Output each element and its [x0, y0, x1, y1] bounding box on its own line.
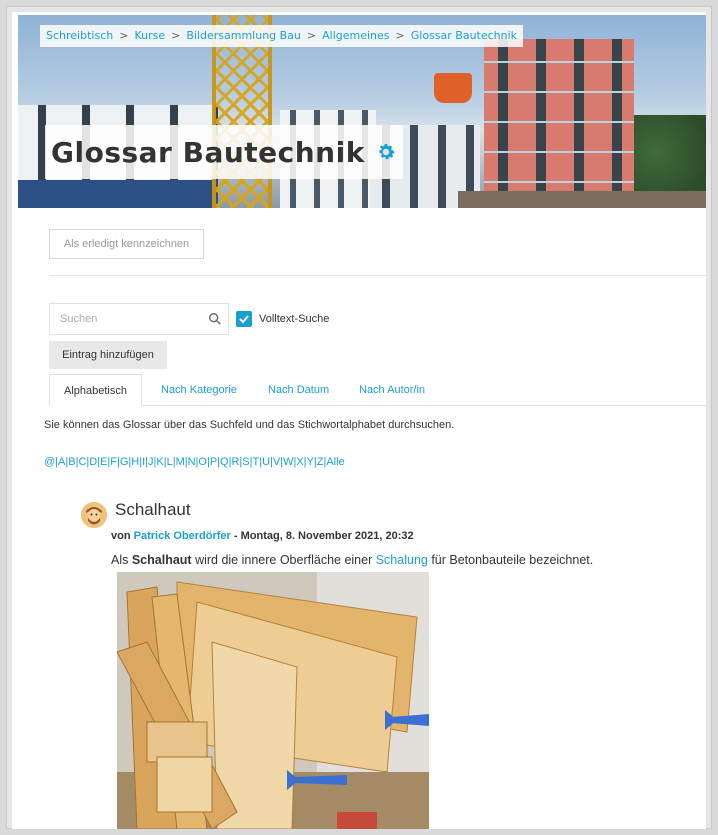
- avatar: [81, 502, 107, 528]
- mark-complete-button[interactable]: Als erledigt kennzeichnen: [49, 229, 204, 259]
- entry-text-middle: wird die innere Oberfläche einer: [191, 553, 376, 567]
- alphabet-letter-alle[interactable]: Alle: [326, 456, 344, 468]
- check-icon: [239, 315, 249, 324]
- entry-date: - Montag, 8. November 2021, 20:32: [233, 530, 414, 542]
- breadcrumb-separator: >: [171, 29, 181, 42]
- alphabet-letter-n[interactable]: N: [188, 456, 196, 468]
- breadcrumb-item-schreibtisch[interactable]: Schreibtisch: [46, 29, 113, 42]
- alphabet-letter-s[interactable]: S: [242, 456, 249, 468]
- alphabet-letter-d[interactable]: D: [89, 456, 97, 468]
- tab-nach-kategorie[interactable]: Nach Kategorie: [147, 374, 251, 406]
- banner-container: [18, 180, 218, 208]
- search-input[interactable]: [50, 304, 200, 334]
- alphabet-letter-k[interactable]: K: [156, 456, 163, 468]
- tab-bar: Alphabetisch Nach Kategorie Nach Datum N…: [49, 374, 706, 406]
- add-entry-button[interactable]: Eintrag hinzufügen: [49, 341, 167, 369]
- breadcrumb-item-bildersammlung[interactable]: Bildersammlung Bau: [186, 29, 301, 42]
- alphabet-letter-m[interactable]: M: [176, 456, 185, 468]
- divider: [49, 275, 706, 276]
- entry-title: Schalhaut: [115, 500, 191, 519]
- alphabet-letter-b[interactable]: B: [68, 456, 75, 468]
- breadcrumb-separator: >: [395, 29, 405, 42]
- alphabet-letter-o[interactable]: O: [198, 456, 207, 468]
- entry-author-link[interactable]: Patrick Oberdörfer: [134, 530, 231, 542]
- entry-meta: von Patrick Oberdörfer - Montag, 8. Nove…: [111, 530, 414, 542]
- glossary-description: Sie können das Glossar über das Suchfeld…: [44, 419, 455, 431]
- tab-alphabetisch[interactable]: Alphabetisch: [49, 374, 142, 406]
- alphabet-index: @|A|B|C|D|E|F|G|H|I|J|K|L|M|N|O|P|Q|R|S|…: [44, 456, 345, 468]
- entry-text-before: Als: [111, 553, 132, 567]
- banner-ground: [458, 191, 706, 208]
- alphabet-letter-f[interactable]: F: [110, 456, 117, 468]
- breadcrumb-item-allgemeines[interactable]: Allgemeines: [322, 29, 389, 42]
- banner-concrete-bucket: [434, 73, 472, 103]
- alphabet-letter-u[interactable]: U: [262, 456, 270, 468]
- entry-term: Schalhaut: [131, 553, 192, 567]
- gear-icon[interactable]: [375, 141, 397, 163]
- page-title-box: Glossar Bautechnik: [45, 125, 403, 179]
- fulltext-label: Volltext-Suche: [259, 313, 330, 325]
- entry-by: von: [111, 530, 131, 542]
- page-title: Glossar Bautechnik: [51, 135, 365, 169]
- header-banner: Schreibtisch > Kurse > Bildersammlung Bau > Al…: [18, 15, 706, 208]
- search-box: [49, 303, 229, 335]
- breadcrumb: Schreibtisch > Kurse > Bildersammlung Bau > Al…: [40, 25, 524, 47]
- alphabet-letter-at[interactable]: @: [44, 456, 55, 468]
- page: Schreibtisch > Kurse > Bildersammlung Bau > Al…: [12, 12, 706, 829]
- entry-schalung-link[interactable]: Schalung: [376, 553, 428, 567]
- banner-red-building: [484, 39, 634, 208]
- breadcrumb-separator: >: [306, 29, 317, 42]
- alphabet-letter-x[interactable]: X: [296, 456, 303, 468]
- breadcrumb-item-glossar[interactable]: Glossar Bautechnik: [411, 29, 517, 42]
- entry-photo: [117, 572, 429, 829]
- breadcrumb-item-kurse[interactable]: Kurse: [134, 29, 165, 42]
- alphabet-letter-y[interactable]: Y: [307, 456, 314, 468]
- entry-text: Als Schalhaut wird die innere Oberfläche…: [111, 553, 593, 567]
- entry-text-after: für Betonbauteile bezeichnet.: [427, 553, 594, 567]
- alphabet-letter-q[interactable]: Q: [220, 456, 229, 468]
- tab-nach-autor[interactable]: Nach Autor/in: [345, 374, 439, 406]
- search-icon[interactable]: [208, 312, 222, 326]
- alphabet-letter-w[interactable]: W: [283, 456, 293, 468]
- fulltext-checkbox[interactable]: [236, 311, 252, 327]
- breadcrumb-separator: >: [119, 29, 129, 42]
- tab-nach-datum[interactable]: Nach Datum: [254, 374, 343, 406]
